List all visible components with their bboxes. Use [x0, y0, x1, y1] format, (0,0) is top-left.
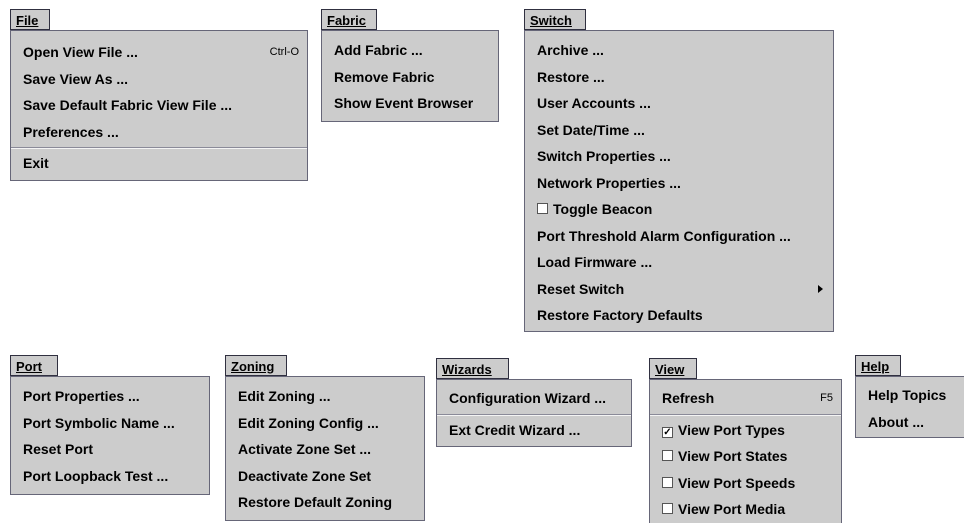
checked-checkbox-icon[interactable]: ✓: [662, 426, 673, 438]
menu-item-refresh[interactable]: Refresh F5: [650, 385, 841, 412]
help-menu: Help Topics About ...: [855, 376, 964, 438]
menu-item-edit-zoning-config[interactable]: Edit Zoning Config ...: [226, 410, 424, 437]
shortcut-label: Ctrl-O: [269, 46, 299, 58]
menu-item-restore[interactable]: Restore ...: [525, 64, 833, 91]
switch-menu: Archive ... Restore ... User Accounts ..…: [524, 30, 834, 332]
menu-separator: [650, 413, 841, 416]
zoning-menu-title[interactable]: Zoning: [225, 355, 287, 376]
wizards-menu: Configuration Wizard ... Ext Credit Wiza…: [436, 379, 632, 447]
menu-item-port-symbolic-name[interactable]: Port Symbolic Name ...: [11, 410, 209, 437]
menu-item-activate-zone-set[interactable]: Activate Zone Set ...: [226, 436, 424, 463]
menu-item-label: Refresh: [662, 390, 715, 406]
menu-item-reset-switch[interactable]: Reset Switch: [525, 276, 833, 303]
menu-item-label: View Port Speeds: [678, 474, 796, 491]
fabric-menu-title[interactable]: Fabric: [321, 9, 377, 30]
menu-item-port-loopback-test[interactable]: Port Loopback Test ...: [11, 463, 209, 490]
menu-item-add-fabric[interactable]: Add Fabric ...: [322, 37, 498, 64]
zoning-menu: Edit Zoning ... Edit Zoning Config ... A…: [225, 376, 425, 521]
menu-item-user-accounts[interactable]: User Accounts ...: [525, 90, 833, 117]
menu-item-label: View Port Media: [678, 501, 786, 517]
port-menu: Port Properties ... Port Symbolic Name .…: [10, 376, 210, 495]
view-menu-title[interactable]: View: [649, 358, 697, 379]
help-menu-title[interactable]: Help: [855, 355, 901, 376]
menu-item-view-port-speeds[interactable]: View Port Speeds: [650, 470, 841, 497]
view-menu: Refresh F5 ✓ View Port Types View Port St…: [649, 379, 842, 523]
menu-item-set-date-time[interactable]: Set Date/Time ...: [525, 117, 833, 144]
shortcut-label: F5: [820, 392, 833, 404]
file-menu-title[interactable]: File: [10, 9, 50, 30]
menu-item-view-port-states[interactable]: View Port States: [650, 443, 841, 470]
switch-menu-title[interactable]: Switch: [524, 9, 586, 30]
menu-item-preferences[interactable]: Preferences ...: [11, 119, 307, 146]
menu-separator: [437, 413, 631, 416]
checkbox-icon[interactable]: [662, 503, 673, 514]
submenu-arrow-icon: [818, 284, 823, 293]
menu-item-archive[interactable]: Archive ...: [525, 37, 833, 64]
menu-item-label: Reset Switch: [537, 280, 625, 297]
menu-item-load-firmware[interactable]: Load Firmware ...: [525, 249, 833, 276]
menu-item-show-event-browser[interactable]: Show Event Browser: [322, 90, 498, 117]
menu-item-label: Toggle Beacon: [553, 201, 653, 217]
menu-item-view-port-media[interactable]: View Port Media: [650, 496, 841, 523]
menu-item-switch-properties[interactable]: Switch Properties ...: [525, 143, 833, 170]
file-menu: Open View File ... Ctrl-O Save View As .…: [10, 30, 308, 181]
menu-item-help-topics[interactable]: Help Topics: [856, 382, 964, 409]
menu-item-reset-port[interactable]: Reset Port: [11, 436, 209, 463]
menu-item-label: View Port States: [678, 448, 788, 464]
checkbox-icon[interactable]: [662, 476, 673, 488]
menu-item-deactivate-zone-set[interactable]: Deactivate Zone Set: [226, 463, 424, 490]
menu-item-configuration-wizard[interactable]: Configuration Wizard ...: [437, 385, 631, 412]
menu-separator: [11, 147, 307, 149]
menu-item-port-threshold-alarm[interactable]: Port Threshold Alarm Configuration ...: [525, 223, 833, 250]
menu-item-save-default-fabric-view[interactable]: Save Default Fabric View File ...: [11, 92, 307, 119]
menu-item-network-properties[interactable]: Network Properties ...: [525, 170, 833, 197]
menu-item-about[interactable]: About ...: [856, 409, 964, 436]
menu-item-exit[interactable]: Exit: [11, 150, 307, 177]
menu-item-restore-factory-defaults[interactable]: Restore Factory Defaults: [525, 302, 833, 329]
menu-item-label: View Port Types: [678, 421, 785, 438]
menu-item-label: Open View File ...: [23, 44, 138, 60]
checkbox-icon[interactable]: [537, 203, 548, 214]
menu-item-remove-fabric[interactable]: Remove Fabric: [322, 64, 498, 91]
menu-item-save-view-as[interactable]: Save View As ...: [11, 66, 307, 93]
checkbox-icon[interactable]: [662, 450, 673, 461]
menu-item-ext-credit-wizard[interactable]: Ext Credit Wizard ...: [437, 417, 631, 444]
menu-item-toggle-beacon[interactable]: Toggle Beacon: [525, 196, 833, 223]
wizards-menu-title[interactable]: Wizards: [436, 358, 509, 379]
fabric-menu: Add Fabric ... Remove Fabric Show Event …: [321, 30, 499, 122]
menu-item-edit-zoning[interactable]: Edit Zoning ...: [226, 383, 424, 410]
menu-item-open-view-file[interactable]: Open View File ... Ctrl-O: [11, 39, 307, 66]
menu-item-view-port-types[interactable]: ✓ View Port Types: [650, 417, 841, 444]
menu-item-port-properties[interactable]: Port Properties ...: [11, 383, 209, 410]
menu-item-restore-default-zoning[interactable]: Restore Default Zoning: [226, 489, 424, 516]
port-menu-title[interactable]: Port: [10, 355, 58, 376]
